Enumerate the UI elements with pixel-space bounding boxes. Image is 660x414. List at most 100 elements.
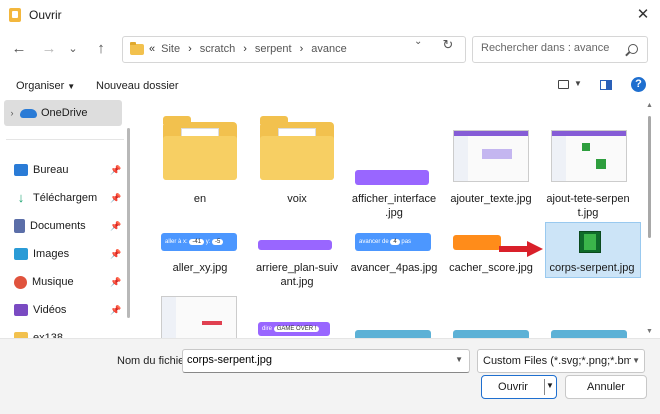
thumbnail [453,130,529,182]
file-list: en voix afficher_interface .jpg ajouter_… [133,98,660,338]
breadcrumb: « Site › scratch › serpent › avance [149,43,355,55]
thumbnail [551,130,627,182]
thumbnail-text: dire [262,326,273,332]
file-type-value: Custom Files (*.svg;*.png;*.bmp; [483,355,631,367]
folder-icon [130,42,144,55]
folder-front [163,136,237,180]
open-button[interactable]: Ouvrir ▼ [481,375,557,399]
window-title: Ouvrir [29,8,62,22]
breadcrumb-item-scratch[interactable]: scratch [200,43,235,55]
chevron-down-icon: ▼ [67,82,76,91]
back-button[interactable]: ← [8,38,30,60]
organize-label: Organiser [16,80,65,92]
thumbnail: dire GAME OVER ! [258,322,330,336]
sidebar-item-videos[interactable]: Vidéos [4,297,122,323]
organize-button[interactable]: Organiser ▼ [16,80,75,92]
scroll-down-icon[interactable]: ▼ [646,328,653,335]
thumbnail [453,235,501,250]
thumbnail [453,330,529,338]
sidebar-item-label: Vidéos [33,304,67,316]
pin-icon[interactable]: 📌 [110,165,121,175]
file-name: voix [287,193,307,205]
breadcrumb-overflow[interactable]: « [149,43,155,55]
divider [6,139,124,140]
forward-button[interactable]: → [38,38,60,60]
thumbnail [161,296,237,338]
thumbnail: aller à x: -41 y: -5 [161,233,237,251]
help-icon[interactable]: ? [631,77,646,92]
sidebar-item-label: Images [33,248,70,260]
open-options-chevron-icon[interactable]: ▼ [546,381,554,390]
thumbnail [258,240,332,250]
sidebar-item-telechargements[interactable]: ↓ Téléchargem [4,185,122,211]
chevron-down-icon[interactable]: ▼ [455,355,463,364]
sidebar-scrollbar[interactable] [127,128,130,318]
download-icon: ↓ [17,190,25,205]
cancel-button[interactable]: Annuler [565,375,647,399]
images-icon [14,248,28,260]
title-bar: Ouvrir ✕ [0,0,660,30]
sidebar-item-label: Téléchargem [33,192,98,204]
breadcrumb-separator: › [188,43,192,55]
pin-icon[interactable]: 📌 [110,305,121,315]
view-mode-icon[interactable] [558,80,569,89]
sidebar-item-bureau[interactable]: Bureau [4,157,122,183]
thumbnail [355,170,429,185]
breadcrumb-item-site[interactable]: Site [161,43,180,55]
documents-icon [14,219,25,233]
filename-input[interactable] [187,354,447,366]
sidebar-item-documents[interactable]: Documents [4,213,122,239]
thumbnail [579,231,601,253]
close-button[interactable]: ✕ [632,4,654,26]
thumbnail [551,330,627,338]
breadcrumb-item-serpent[interactable]: serpent [255,43,292,55]
file-name: en [193,193,207,205]
recent-locations-chevron-icon[interactable]: ⌄ [62,38,84,60]
search-icon[interactable] [628,44,638,54]
desktop-icon [14,164,28,176]
sidebar-item-label: Bureau [33,164,69,176]
up-button[interactable]: ↑ [90,38,112,60]
new-folder-button[interactable]: Nouveau dossier [96,80,179,92]
pin-icon[interactable]: 📌 [110,249,121,259]
sidebar-item-onedrive[interactable]: › OneDrive [4,100,122,126]
view-chevron-down-icon[interactable]: ▼ [574,79,582,88]
expand-arrow-icon[interactable]: › [4,108,20,118]
breadcrumb-item-avance[interactable]: avance [311,43,346,55]
sidebar-item-images[interactable]: Images [4,241,122,267]
file-list-scrollbar[interactable]: ▲ ▼ [646,102,654,338]
file-name: cacher_score.jpg [449,262,533,274]
divider [544,379,545,395]
thumbnail-text: pas [401,239,412,245]
address-history-chevron-icon[interactable]: ⌄ [414,36,422,47]
thumbnail-text: avancer de [359,239,389,245]
pin-icon[interactable]: 📌 [110,193,121,203]
sidebar-item-label: Documents [30,220,86,232]
preview-pane-icon[interactable] [600,80,612,90]
file-name: arriere_plan-suiv ant.jpg [256,262,338,288]
thumbnail-value: -5 [212,239,224,245]
file-name: avancer_4pas.jpg [350,262,438,274]
file-name: aller_xy.jpg [172,262,228,274]
navigation-pane: › OneDrive Bureau 📌 ↓ Téléchargem 📌 Docu… [0,98,132,344]
pin-icon[interactable]: 📌 [110,221,121,231]
scroll-up-icon[interactable]: ▲ [646,102,653,109]
thumbnail-text: y: [205,239,211,245]
dialog-footer: Nom du fichier : ▼ Custom Files (*.svg;*… [0,338,660,414]
cloud-icon [20,108,37,118]
file-name: ajouter_texte.jpg [450,193,532,205]
refresh-button[interactable]: ↻ [440,37,456,53]
file-name: corps-serpent.jpg [549,262,635,274]
breadcrumb-separator: › [299,43,304,55]
open-button-label: Ouvrir [498,381,528,393]
search-box[interactable] [472,36,648,63]
filename-field[interactable]: ▼ [182,349,470,373]
pin-icon[interactable]: 📌 [110,277,121,287]
file-type-select[interactable]: Custom Files (*.svg;*.png;*.bmp; ▼ [477,349,645,373]
chevron-down-icon: ▼ [632,356,640,365]
search-input[interactable] [481,42,621,54]
sidebar-item-musique[interactable]: Musique [4,269,122,295]
sidebar-item-label: OneDrive [41,107,88,119]
thumbnail-text: aller à x: [165,239,188,245]
scrollbar-thumb[interactable] [648,116,651,238]
